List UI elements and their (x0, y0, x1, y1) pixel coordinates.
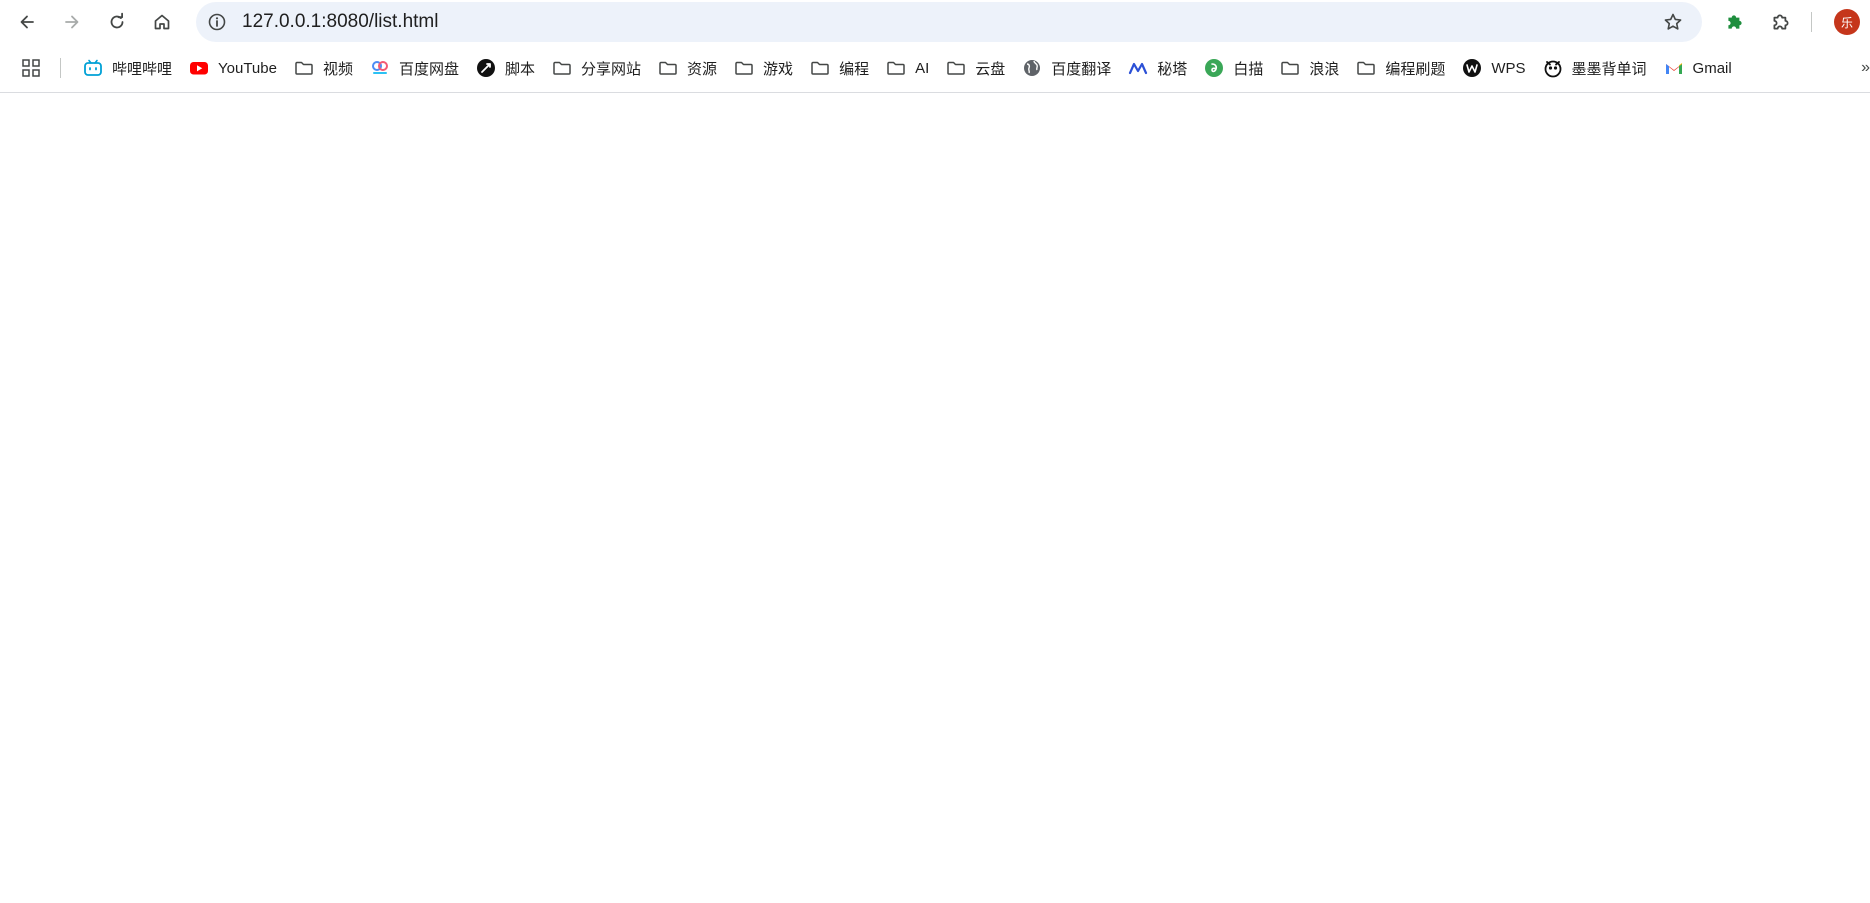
extensions-menu-button[interactable] (1763, 4, 1799, 40)
bookmark-folder-coding-practice[interactable]: 编程刷题 (1349, 52, 1452, 84)
bookmark-momo[interactable]: 墨墨背单词 (1536, 52, 1654, 84)
bookmark-bilibili[interactable]: 哔哩哔哩 (76, 52, 179, 84)
arrow-right-icon (65, 15, 79, 29)
folder-icon (294, 58, 314, 78)
bookmark-wps[interactable]: WPS (1455, 52, 1532, 84)
bookmark-folder-langlang[interactable]: 浪浪 (1273, 52, 1346, 84)
bookmark-baidu-translate[interactable]: 百度翻译 (1015, 52, 1118, 84)
page-content-area (0, 93, 1870, 903)
green-puzzle-icon (1728, 15, 1742, 29)
bookmark-star-icon[interactable] (1662, 11, 1684, 33)
folder-icon (658, 58, 678, 78)
toolbar-divider (1811, 12, 1812, 32)
url-text[interactable]: 127.0.0.1:8080/list.html (242, 2, 438, 42)
bookmark-script[interactable]: 脚本 (469, 52, 542, 84)
bookmark-folder-ai[interactable]: AI (879, 52, 936, 84)
address-bar[interactable]: 127.0.0.1:8080/list.html (196, 2, 1702, 42)
bookmark-baidu-netdisk[interactable]: 百度网盘 (363, 52, 466, 84)
folder-icon (946, 58, 966, 78)
metaso-icon (1128, 58, 1148, 78)
momo-icon (1543, 58, 1563, 78)
bookmark-gmail[interactable]: Gmail (1657, 52, 1739, 84)
bookmark-folder-videos[interactable]: 视频 (287, 52, 360, 84)
folder-icon (810, 58, 830, 78)
bookmarks-overflow-button[interactable]: » (1860, 56, 1870, 80)
wps-icon (1462, 58, 1482, 78)
bookmark-list: 哔哩哔哩 YouTube 视频 百度网盘 脚本 分享网站 资源 游戏 编程 AI… (76, 48, 1742, 88)
bookmarks-bar: 哔哩哔哩 YouTube 视频 百度网盘 脚本 分享网站 资源 游戏 编程 AI… (0, 48, 1870, 88)
bookmark-folder-programming[interactable]: 编程 (803, 52, 876, 84)
folder-icon (1280, 58, 1300, 78)
folder-icon (1356, 58, 1376, 78)
profile-avatar[interactable]: 乐 (1834, 9, 1860, 35)
bookmarks-divider (60, 58, 61, 78)
script-icon (476, 58, 496, 78)
bilibili-icon (83, 58, 103, 78)
bookmark-youtube[interactable]: YouTube (182, 52, 284, 84)
bookmark-folder-games[interactable]: 游戏 (727, 52, 800, 84)
folder-icon (734, 58, 754, 78)
apps-button[interactable] (20, 57, 42, 79)
home-button[interactable] (144, 4, 180, 40)
folder-icon (552, 58, 572, 78)
extension-puzzle-button[interactable] (1717, 4, 1753, 40)
apps-grid-icon (22, 59, 40, 77)
forward-button[interactable] (54, 4, 90, 40)
gmail-icon (1664, 58, 1684, 78)
globe-icon (1022, 58, 1042, 78)
home-icon (154, 14, 170, 30)
baidu-netdisk-icon (370, 58, 390, 78)
baimiao-icon (1204, 58, 1224, 78)
bookmark-metaso[interactable]: 秘塔 (1121, 52, 1194, 84)
folder-icon (886, 58, 906, 78)
bookmark-baimiao[interactable]: 白描 (1197, 52, 1270, 84)
bookmark-folder-cloud-drive[interactable]: 云盘 (939, 52, 1012, 84)
youtube-icon (189, 58, 209, 78)
site-info-icon[interactable] (206, 11, 228, 33)
chevron-right-icon: » (1861, 59, 1870, 76)
bookmark-folder-resources[interactable]: 资源 (651, 52, 724, 84)
back-button[interactable] (9, 4, 45, 40)
extensions-icon (1773, 14, 1789, 30)
reload-icon (110, 12, 124, 29)
arrow-left-icon (20, 15, 34, 29)
bookmark-folder-share-sites[interactable]: 分享网站 (545, 52, 648, 84)
browser-toolbar: 127.0.0.1:8080/list.html 乐 (0, 0, 1870, 44)
reload-button[interactable] (99, 4, 135, 40)
